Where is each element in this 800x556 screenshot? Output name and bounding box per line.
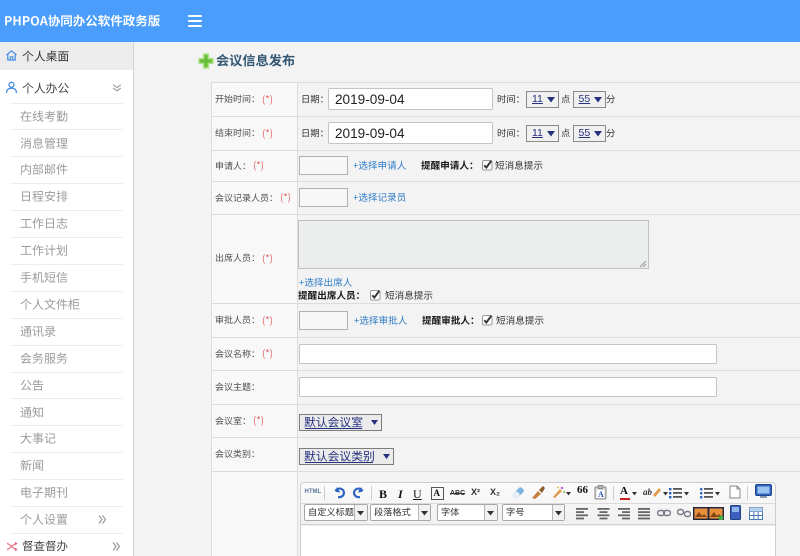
svg-text:A: A [598,490,604,499]
